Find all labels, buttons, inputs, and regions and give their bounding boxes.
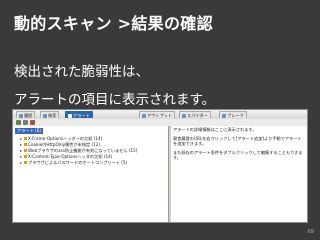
spider-icon [182, 113, 186, 118]
flag-icon [24, 155, 27, 158]
alert-tree: アラート (6) ▸ X-Frame-Optionsヘッダーの欠如 (14) ▸ C… [13, 126, 169, 222]
flag-icon [24, 143, 27, 146]
alert-details-pane: アラートの詳細情報はここに表示されます。 喫食履歴のURLを右クリックして[アラ… [171, 126, 307, 222]
tab-spider[interactable]: スパイダー [179, 111, 211, 118]
alert-item-label: Webブラウザのxss防止機能が有効になっていません (15) [28, 148, 138, 153]
alert-item-label: Cookie内HttpOnly属性が未指定 (12) [28, 142, 101, 147]
alert-item-label: X-Content-Type-Optionsヘッダの欠如 (14) [28, 154, 113, 159]
alert-flag-icon [68, 113, 72, 118]
break-icon [222, 113, 226, 118]
page-number: 69 [307, 229, 314, 235]
alert-item[interactable]: ▸ X-Frame-Optionsヘッダーの欠如 (14) [20, 136, 102, 141]
tab-label: アラート [73, 113, 90, 118]
tab-label: アウトプット [147, 113, 173, 118]
tab-history[interactable]: 履歴 [16, 111, 36, 118]
alert-item[interactable]: ▸ X-Content-Type-Optionsヘッダの欠如 (14) [20, 154, 112, 159]
edit-alert-icon[interactable] [23, 120, 28, 125]
tab-alerts[interactable]: アラート [65, 111, 93, 118]
zap-window-screenshot: 履歴 検索 アラート アウトプット スパイダー ブレーク アラート (6) ▸ X… [12, 109, 308, 223]
tab-label: 検索 [48, 113, 57, 118]
tab-search[interactable]: 検索 [40, 111, 60, 118]
tab-label: ブレーク [227, 113, 244, 118]
details-text: また既存のアラート条件をダブルクリックして編集することもできます。 [173, 149, 303, 161]
slide-text-line2: アラートの項目に表示されます。 [14, 92, 216, 108]
flag-icon [24, 149, 27, 152]
delete-alert-icon[interactable] [30, 120, 35, 125]
flag-icon [24, 161, 27, 164]
alert-item-label: ブラウザによるパスワードのオートコンプリート (5) [28, 160, 128, 165]
tab-label: 履歴 [24, 113, 33, 118]
tab-label: スパイダー [187, 113, 208, 118]
alert-item-label: X-Frame-Optionsヘッダーの欠如 (14) [28, 136, 103, 141]
details-text: アラートの詳細情報はここに表示されます。 [173, 127, 257, 132]
slide-text-line1: 検出された脆弱性は、 [14, 64, 149, 80]
history-icon [19, 113, 23, 118]
details-text: 喫食履歴のURLを右クリックして[アラート追加]より手動でアラートを追加できます… [173, 135, 302, 147]
flag-icon [24, 137, 27, 140]
add-alert-icon[interactable] [16, 120, 21, 125]
alert-item[interactable]: ▸ Cookie内HttpOnly属性が未指定 (12) [20, 142, 100, 147]
tab-output[interactable]: アウトプット [139, 111, 176, 118]
output-icon [142, 113, 146, 118]
alert-tree-root[interactable]: アラート (6) [15, 128, 44, 134]
slide-title: 動的スキャン >結果の確認 [14, 14, 213, 33]
alert-item[interactable]: ▸ Webブラウザのxss防止機能が有効になっていません (15) [20, 148, 137, 153]
search-icon [43, 113, 47, 118]
alert-item[interactable]: ▸ ブラウザによるパスワードのオートコンプリート (5) [20, 160, 127, 165]
tab-break[interactable]: ブレーク [219, 111, 247, 118]
